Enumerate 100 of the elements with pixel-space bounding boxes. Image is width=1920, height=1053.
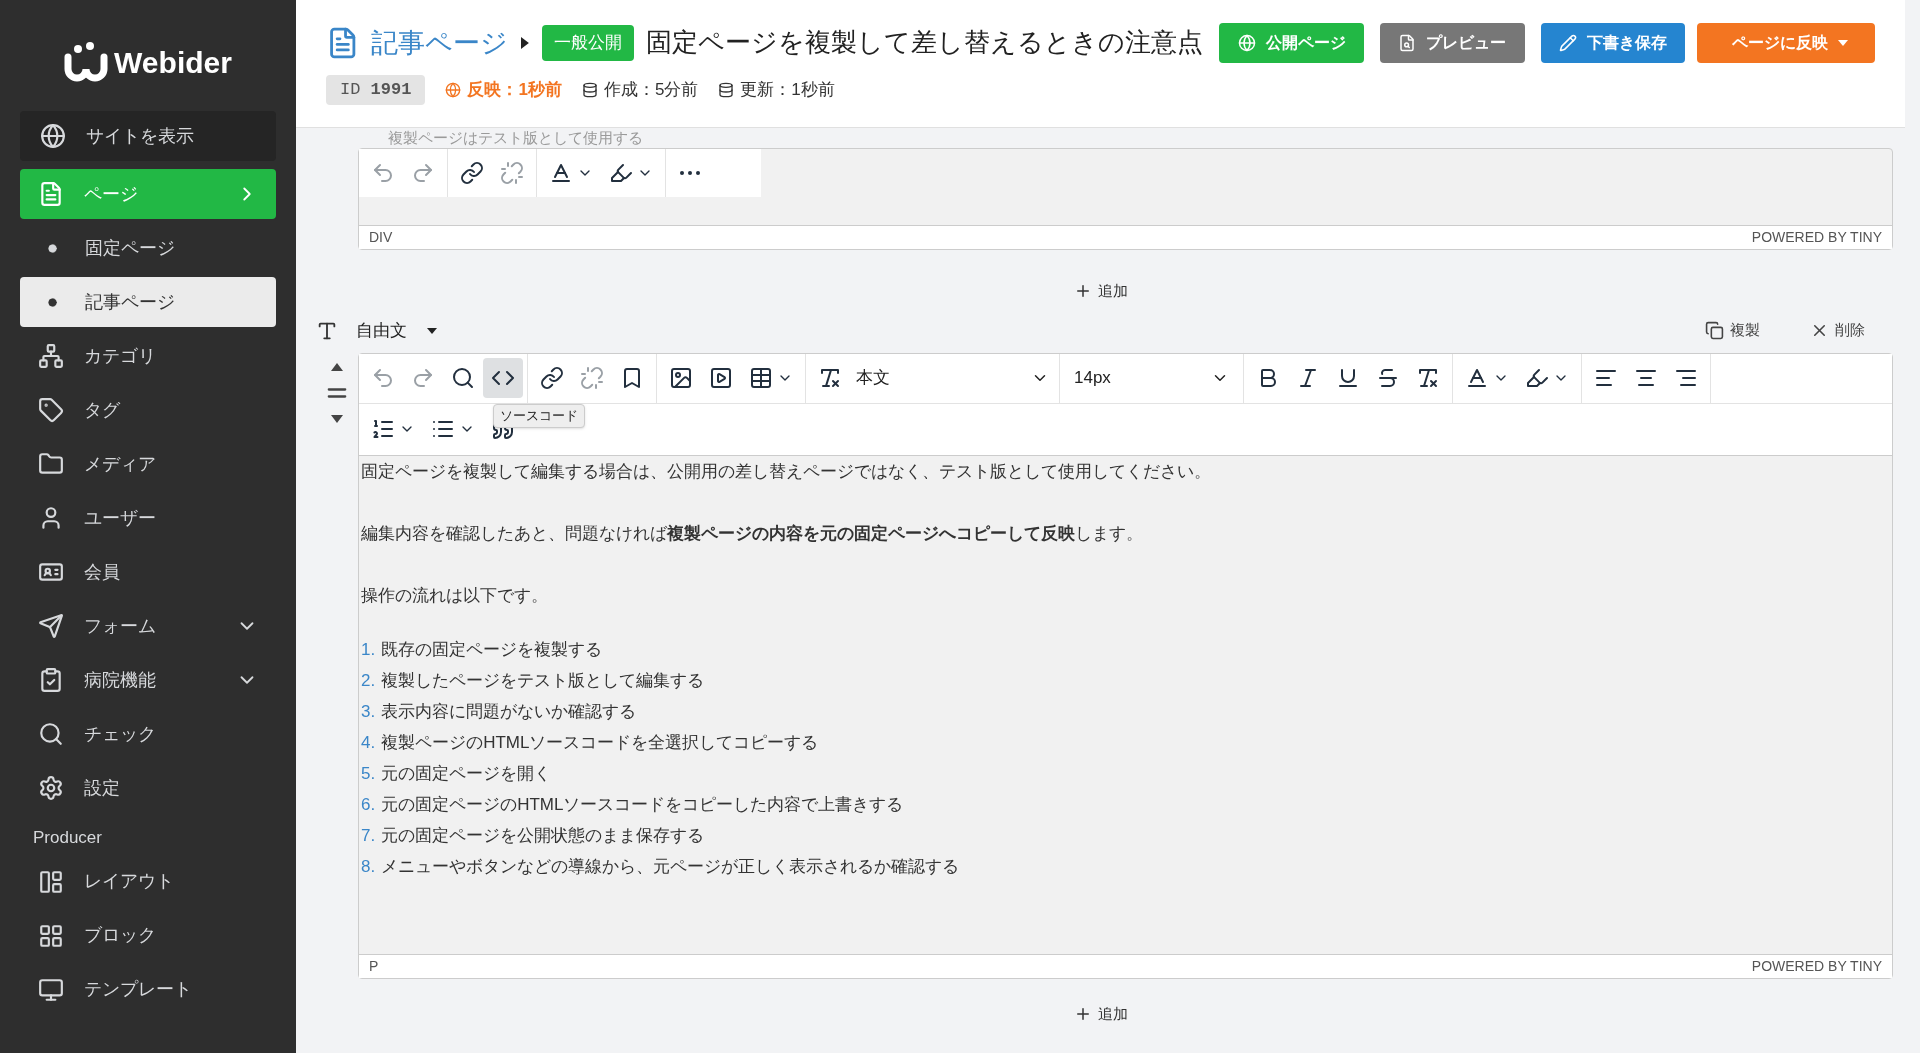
monitor-icon [38, 976, 64, 1003]
list-item: 複製ページのHTMLソースコードを全選択してコピーする [381, 731, 819, 754]
element-path: DIV [369, 228, 393, 247]
link-icon [540, 366, 564, 390]
clipboard-check-icon [38, 667, 64, 693]
remove-format-icon [1416, 366, 1440, 390]
unlink-icon [580, 366, 604, 390]
link-icon [460, 161, 484, 185]
add-button[interactable]: 追加 [1073, 1002, 1128, 1025]
save-draft-button[interactable]: 下書き保存 [1540, 22, 1686, 63]
numbered-list-icon [371, 417, 395, 441]
sidebar-item[interactable]: メディア [20, 439, 276, 489]
list-item: メニューやボタンなどの導線から、元ページが正しく表示されるか確認する [381, 855, 960, 878]
list-number: 1. [361, 638, 376, 661]
grid-icon [38, 922, 64, 949]
source-code-button[interactable] [483, 358, 523, 398]
sidebar-item[interactable]: 会員 [20, 547, 276, 597]
sidebar-subitem[interactable]: 固定ページ [20, 223, 276, 273]
search-icon [451, 366, 475, 390]
list-number: 3. [361, 700, 376, 723]
created-time: 作成：5分前 [603, 79, 699, 101]
sidebar-item[interactable]: チェック [20, 709, 276, 759]
section-label: Producer [32, 827, 103, 849]
list-number: 4. [361, 731, 376, 754]
add-button[interactable]: 追加 [1073, 280, 1128, 303]
globe-icon [445, 81, 462, 98]
redo-icon [411, 366, 435, 390]
sidebar-item[interactable]: レイアウト [20, 856, 276, 907]
sidebar-item[interactable]: カテゴリ [20, 331, 276, 381]
table-icon [749, 366, 773, 390]
text-color-icon [549, 161, 573, 185]
file-search-icon [1398, 33, 1417, 52]
sidebar-item[interactable]: テンプレート [20, 964, 276, 1015]
text-color-icon [1465, 366, 1489, 390]
format-dropdown[interactable]: 本文 [850, 358, 1055, 398]
list-item: 表示内容に問題がないか確認する [381, 700, 637, 723]
delete-button[interactable]: 削除 [1810, 319, 1865, 342]
sidebar-item[interactable]: タグ [20, 385, 276, 435]
database-icon [718, 81, 735, 98]
document-icon [38, 181, 64, 207]
move-up-icon [331, 362, 343, 371]
element-path: P [369, 956, 379, 976]
settings-icon [38, 775, 64, 801]
sidebar-item[interactable]: 設定 [20, 763, 276, 813]
layout-icon [38, 868, 64, 895]
underline-icon [1336, 366, 1360, 390]
list-number: 8. [361, 855, 376, 878]
block-type-dropdown[interactable]: 自由文 [356, 317, 437, 344]
powered-by-text: POWERED BY TINY [1751, 228, 1882, 247]
media-icon [709, 366, 733, 390]
clear-format-icon [818, 366, 842, 390]
paragraph: 編集内容を確認したあと、問題なければ複製ページの内容を元の固定ページへコピーして反映します。 [361, 522, 1144, 545]
caret-right-icon [520, 35, 531, 50]
sidebar-item[interactable]: 病院機能 [20, 655, 276, 705]
reflected-time: 反映：1秒前 [467, 79, 562, 101]
caret-down-icon [427, 327, 437, 334]
strikethrough-icon [1376, 366, 1400, 390]
search-icon [38, 721, 64, 747]
database-icon [581, 81, 598, 98]
preview-button[interactable]: プレビュー [1380, 22, 1525, 63]
sidebar-subitem[interactable]: 記事ページ [20, 277, 276, 327]
id-label: ID 1991 [326, 75, 426, 105]
updated-time: 更新：1秒前 [740, 79, 835, 101]
bullet-icon [48, 297, 57, 307]
list-number: 2. [361, 669, 376, 692]
list-number: 7. [361, 824, 376, 847]
list-item: 元の固定ページのHTMLソースコードをコピーした内容で上書きする [381, 793, 904, 816]
logo-text: Webider [114, 45, 232, 81]
highlighter-icon [1525, 366, 1549, 390]
undo-icon [371, 161, 395, 185]
list-item: 元の固定ページを開く [381, 762, 552, 785]
sidebar-item[interactable]: ユーザー [20, 493, 276, 543]
list-item: 既存の固定ページを複製する [381, 638, 603, 661]
breadcrumb-link[interactable]: 記事ページ [371, 22, 509, 63]
tag-icon [38, 397, 64, 423]
font-size-dropdown[interactable]: 14px [1064, 358, 1239, 398]
bullet-icon [48, 243, 57, 253]
view-site-button[interactable]: サイトを表示 [20, 111, 276, 161]
caret-down-icon [1838, 39, 1849, 46]
copy-icon [1705, 321, 1724, 340]
status-badge: 一般公開 [542, 25, 635, 61]
list-item: 複製したページをテスト版として編集する [381, 669, 705, 692]
image-icon [669, 366, 693, 390]
tooltip: ソースコード [493, 404, 585, 428]
powered-by-text: POWERED BY TINY [1751, 956, 1882, 976]
undo-icon [371, 366, 395, 390]
duplicate-button[interactable]: 複製 [1705, 319, 1760, 342]
list-number: 6. [361, 793, 376, 816]
hierarchy-icon [38, 343, 64, 369]
send-icon [38, 613, 64, 639]
more-icon [680, 171, 700, 175]
unlink-icon [500, 161, 524, 185]
paragraph: 操作の流れは以下です。 [361, 584, 549, 607]
page-title: 固定ページを複製して差し替えるときの注意点 [646, 26, 1204, 60]
list-item: 元の固定ページを公開状態のまま保存する [381, 824, 705, 847]
pencil-icon [1559, 33, 1577, 52]
sidebar-item[interactable]: フォーム [20, 601, 276, 651]
sidebar-item[interactable]: ブロック [20, 910, 276, 961]
highlighter-icon [609, 161, 633, 185]
list-number: 5. [361, 762, 376, 785]
